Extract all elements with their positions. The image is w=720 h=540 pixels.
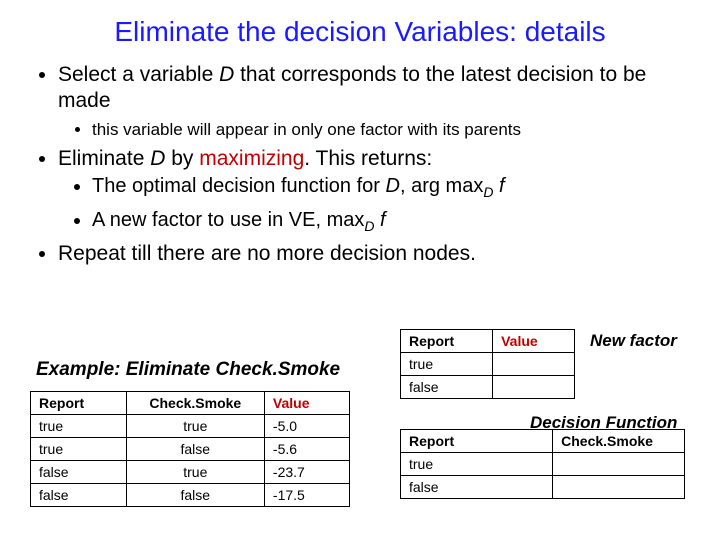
bullet-2-sub1: The optimal decision function for D, arg… [92, 174, 690, 202]
cell: false [126, 484, 264, 507]
table-row: false [401, 476, 685, 499]
slide: Eliminate the decision Variables: detail… [0, 0, 720, 540]
text: Eliminate [58, 147, 150, 170]
new-factor-table: Report Value true false [400, 329, 575, 399]
col-report: Report [401, 330, 493, 353]
var-D: D [219, 63, 234, 86]
col-value: Value [493, 330, 575, 353]
example-table: Report Check.Smoke Value truetrue-5.0 tr… [30, 391, 350, 507]
cell: true [401, 353, 493, 376]
cell [553, 453, 685, 476]
sub-list: this variable will appear in only one fa… [58, 119, 690, 140]
text: A new factor to use in VE, max [92, 209, 364, 231]
right-column: New factor Report Value true false Decis… [400, 329, 700, 499]
cell: false [401, 476, 553, 499]
table-row: true [401, 453, 685, 476]
table-row: true [401, 353, 575, 376]
cell [493, 353, 575, 376]
text: , arg max [400, 175, 483, 197]
cell: true [126, 461, 264, 484]
bullet-2: Eliminate D by maximizing. This returns:… [58, 146, 690, 235]
var-D: D [150, 147, 165, 170]
table-row: falsetrue-23.7 [31, 461, 350, 484]
bullet-1: Select a variable D that corresponds to … [58, 62, 690, 140]
new-factor-label: New factor [590, 331, 677, 351]
subscript-D: D [364, 218, 374, 234]
cell: true [401, 453, 553, 476]
bullet-2-sub2: A new factor to use in VE, maxD f [92, 208, 690, 236]
cell: -17.5 [264, 484, 349, 507]
table-row: false [401, 376, 575, 399]
var-f: f [374, 209, 385, 231]
text: by [165, 147, 199, 170]
sub-list: The optimal decision function for D, arg… [58, 174, 690, 235]
var-D: D [386, 175, 400, 197]
table-header-row: Report Value [401, 330, 575, 353]
decision-function-label: Decision Function [530, 413, 677, 433]
bullet-list: Select a variable D that corresponds to … [30, 62, 690, 267]
cell: false [31, 484, 127, 507]
col-value: Value [264, 392, 349, 415]
text: The optimal decision function for [92, 175, 386, 197]
table-row: falsefalse-17.5 [31, 484, 350, 507]
text: Select a variable [58, 63, 219, 86]
table-row: truefalse-5.6 [31, 438, 350, 461]
col-report: Report [31, 392, 127, 415]
cell: false [31, 461, 127, 484]
cell [553, 476, 685, 499]
cell: false [401, 376, 493, 399]
table-header-row: Report Check.Smoke Value [31, 392, 350, 415]
cell: true [126, 415, 264, 438]
cell [493, 376, 575, 399]
bullet-3: Repeat till there are no more decision n… [58, 241, 690, 267]
example-label: Example: Eliminate Check.Smoke [36, 359, 380, 381]
var-f: f [493, 175, 504, 197]
cell: -5.6 [264, 438, 349, 461]
table-row: truetrue-5.0 [31, 415, 350, 438]
cell: false [126, 438, 264, 461]
slide-title: Eliminate the decision Variables: detail… [30, 16, 690, 48]
decision-function-table: Report Check.Smoke true false [400, 429, 685, 499]
cell: true [31, 415, 127, 438]
cell: -5.0 [264, 415, 349, 438]
bullet-1-sub: this variable will appear in only one fa… [92, 119, 690, 140]
left-column: Example: Eliminate Check.Smoke Report Ch… [30, 345, 380, 507]
subscript-D: D [483, 184, 493, 200]
col-checksmoke: Check.Smoke [126, 392, 264, 415]
maximizing-word: maximizing [199, 147, 304, 170]
tables-area: Example: Eliminate Check.Smoke Report Ch… [30, 345, 698, 530]
cell: -23.7 [264, 461, 349, 484]
text: . This returns: [304, 147, 432, 170]
cell: true [31, 438, 127, 461]
